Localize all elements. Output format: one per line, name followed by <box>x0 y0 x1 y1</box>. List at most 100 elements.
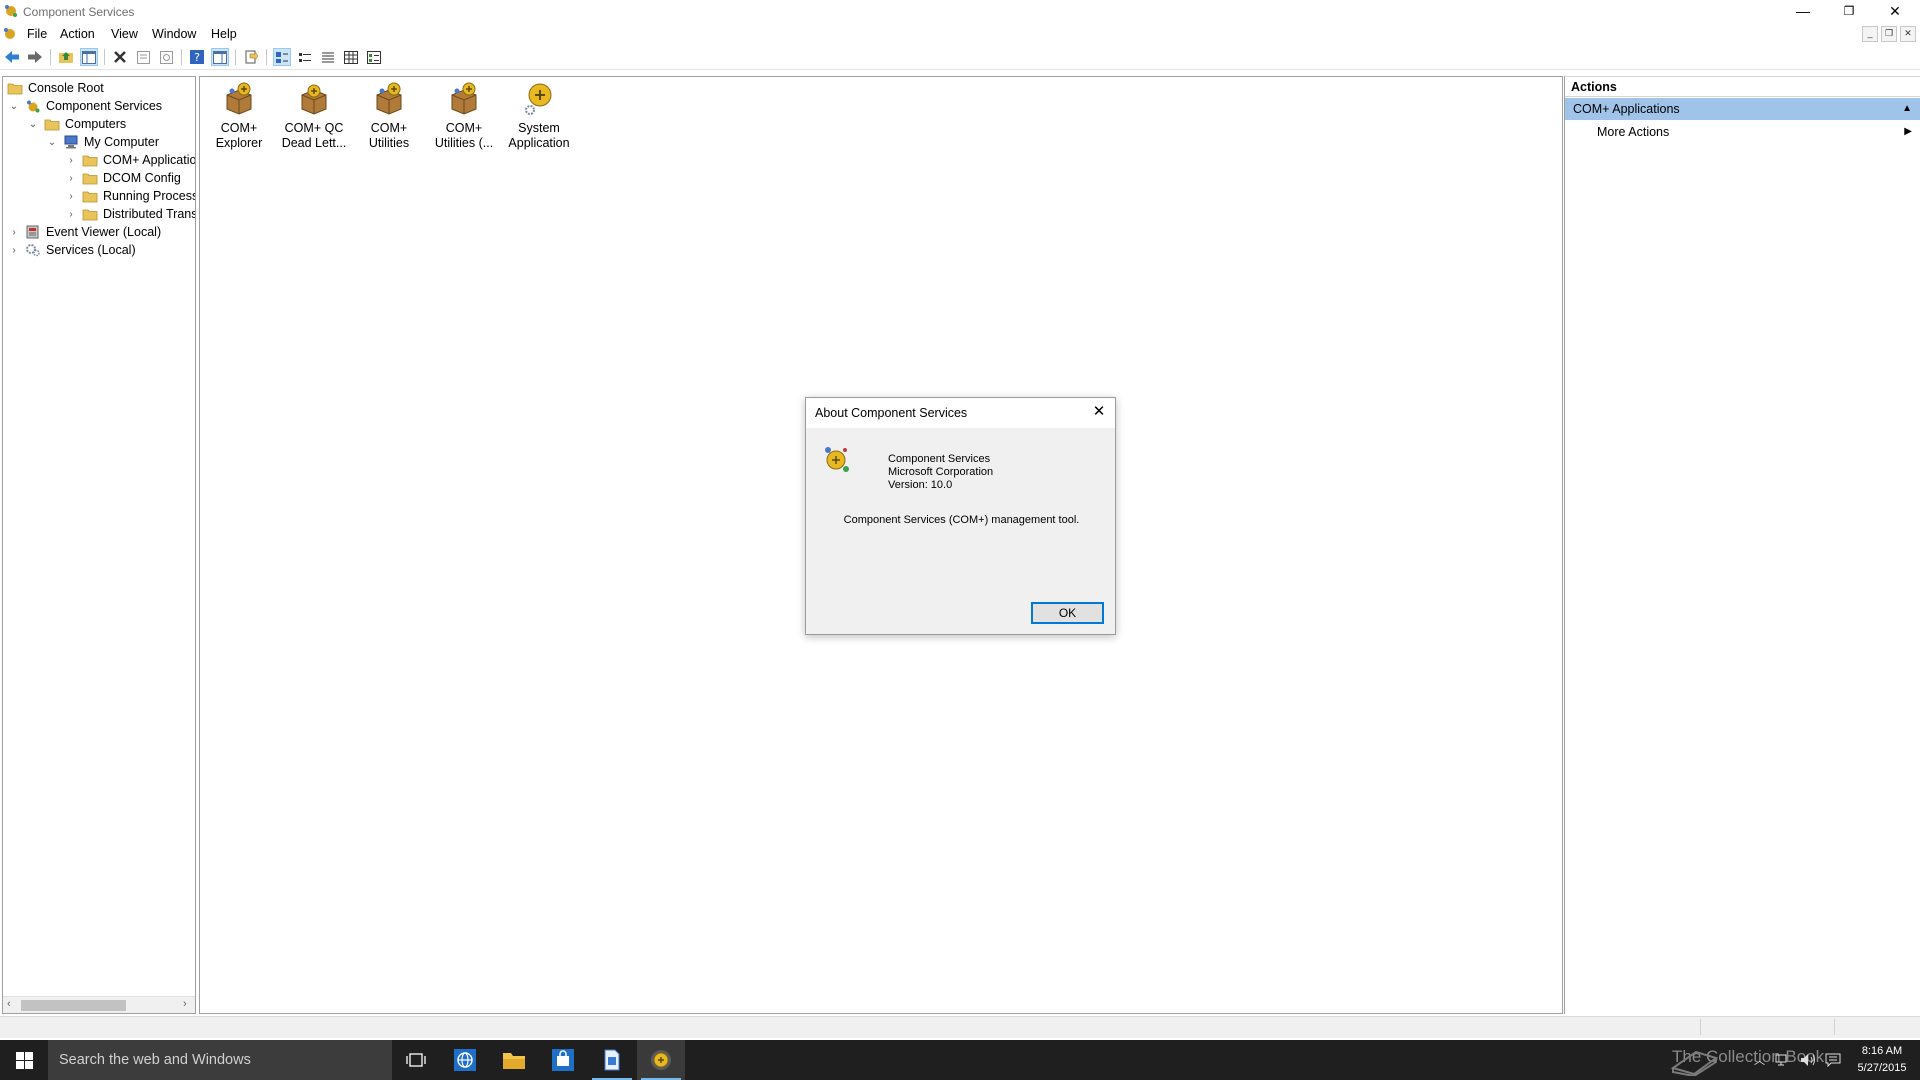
small-icons-view-button[interactable] <box>296 48 314 66</box>
network-icon[interactable] <box>1775 1053 1791 1067</box>
chevron-right-icon[interactable]: › <box>66 209 76 220</box>
scrollbar-thumb[interactable] <box>21 1000 126 1011</box>
task-view-button[interactable] <box>392 1040 440 1080</box>
tree-item-com-applications[interactable]: › COM+ Applicatio <box>66 151 196 169</box>
scroll-left-icon[interactable]: ‹ <box>7 998 11 1010</box>
folder-icon <box>82 155 98 167</box>
collapse-arrow-icon[interactable]: ▲ <box>1902 98 1912 120</box>
close-button[interactable]: ✕ <box>1872 0 1918 22</box>
tree-item-my-computer[interactable]: ⌄ My Computer <box>47 133 159 151</box>
tree-item-distributed-transaction[interactable]: › Distributed Transa <box>66 205 195 223</box>
tree-item-console-root[interactable]: Console Root <box>7 79 104 97</box>
taskbar-document-app[interactable] <box>588 1040 636 1080</box>
detail-view-button[interactable] <box>342 48 360 66</box>
tree-item-label: Console Root <box>28 81 104 95</box>
list-item-com-explorer[interactable]: COM+ Explorer <box>203 81 275 151</box>
menu-action[interactable]: Action <box>60 27 95 41</box>
tree-item-label: Event Viewer (Local) <box>46 225 162 239</box>
list-item-system-application[interactable]: System Application <box>503 81 575 151</box>
book-watermark-icon <box>1670 1050 1719 1076</box>
actions-section-com-applications[interactable]: COM+ Applications ▲ <box>1565 98 1920 120</box>
menu-window[interactable]: Window <box>152 27 196 41</box>
dialog-title-bar: About Component Services ✕ <box>806 398 1115 428</box>
list-item-label: Application <box>508 136 570 150</box>
list-item-label: Utilities <box>368 136 410 150</box>
tree-item-event-viewer[interactable]: › Event Viewer (Local) <box>9 223 161 241</box>
large-icons-view-button[interactable] <box>273 48 291 66</box>
back-button[interactable] <box>3 48 21 66</box>
show-hidden-icons-icon[interactable]: ︿ <box>1754 1052 1765 1068</box>
menu-help[interactable]: Help <box>211 27 237 41</box>
list-view-button[interactable] <box>319 48 337 66</box>
child-restore-button[interactable]: ❐ <box>1881 26 1897 42</box>
properties-button[interactable] <box>134 48 152 66</box>
menu-file[interactable]: File <box>27 27 47 41</box>
chevron-right-icon[interactable]: › <box>9 227 19 238</box>
chevron-right-icon[interactable]: › <box>66 173 76 184</box>
title-bar: Component Services — ❐ ✕ <box>0 0 1920 24</box>
component-services-icon <box>27 100 40 113</box>
dialog-close-button[interactable]: ✕ <box>1089 402 1109 422</box>
small-icons-icon <box>299 52 311 62</box>
taskbar-search-box[interactable]: Search the web and Windows <box>48 1040 392 1080</box>
chevron-down-icon[interactable]: ⌄ <box>28 119 38 130</box>
refresh-button[interactable] <box>157 48 175 66</box>
tree-item-computers[interactable]: ⌄ Computers <box>28 115 126 133</box>
menu-view[interactable]: View <box>111 27 138 41</box>
volume-icon[interactable] <box>1800 1053 1816 1067</box>
child-close-button[interactable]: ✕ <box>1900 26 1916 42</box>
taskbar: Search the web and Windows The Collectio… <box>0 1040 1920 1080</box>
clock-time: 8:16 AM <box>1861 1045 1903 1057</box>
tree-item-component-services[interactable]: ⌄ Component Services <box>9 97 162 115</box>
export-list-button[interactable] <box>242 48 260 66</box>
taskbar-file-explorer[interactable] <box>490 1040 538 1080</box>
help-button[interactable]: ? <box>188 48 206 66</box>
tree-item-label: Services (Local) <box>46 243 136 257</box>
list-item-label: COM+ <box>220 121 258 135</box>
store-bag-icon <box>552 1049 574 1071</box>
taskbar-internet-explorer[interactable] <box>441 1040 489 1080</box>
dialog-version: Version: 10.0 <box>888 479 953 491</box>
toolbar: ? <box>0 44 1920 70</box>
com-package-icon <box>226 82 252 115</box>
tree-horizontal-scrollbar[interactable]: ‹ › <box>3 996 195 1013</box>
forward-button[interactable] <box>26 48 44 66</box>
chevron-right-icon[interactable]: › <box>9 245 19 256</box>
up-one-level-button[interactable] <box>57 48 75 66</box>
tree-item-label: DCOM Config <box>103 171 181 185</box>
child-minimize-button[interactable]: _ <box>1862 26 1878 42</box>
list-item-label: System <box>518 121 560 135</box>
start-button[interactable] <box>0 1040 48 1080</box>
list-item-com-qc-dead-letter[interactable]: COM+ QC Dead Lett... <box>278 81 350 151</box>
chevron-down-icon[interactable]: ⌄ <box>9 101 19 112</box>
taskbar-component-services[interactable] <box>637 1040 685 1080</box>
console-icon[interactable] <box>3 27 17 41</box>
tree-item-label: My Computer <box>84 135 160 149</box>
back-arrow-icon <box>5 51 19 63</box>
tree-item-running-processes[interactable]: › Running Processe <box>66 187 195 205</box>
tree-item-label: COM+ Applicatio <box>103 153 196 167</box>
tree-item-services[interactable]: › Services (Local) <box>9 241 136 259</box>
action-pane-icon <box>213 50 227 64</box>
chevron-right-icon[interactable]: › <box>66 155 76 166</box>
scroll-right-icon[interactable]: › <box>183 998 187 1010</box>
taskbar-clock[interactable]: 8:16 AM 5/27/2015 <box>1852 1043 1912 1077</box>
show-hide-tree-button[interactable] <box>80 48 98 66</box>
tree-item-dcom-config[interactable]: › DCOM Config <box>66 169 181 187</box>
chevron-down-icon[interactable]: ⌄ <box>47 137 57 148</box>
delete-button[interactable] <box>111 48 129 66</box>
ok-button[interactable]: OK <box>1031 602 1104 624</box>
console-tree[interactable]: Console Root ⌄ Component Services ⌄ Comp… <box>2 76 196 1014</box>
list-item-com-utilities[interactable]: COM+ Utilities <box>353 81 425 151</box>
folder-icon <box>44 119 60 131</box>
taskbar-store[interactable] <box>539 1040 587 1080</box>
status-view-button[interactable] <box>365 48 383 66</box>
list-item-com-utilities-32[interactable]: COM+ Utilities (... <box>428 81 500 151</box>
more-actions-item[interactable]: More Actions ▶ <box>1565 120 1920 144</box>
show-hide-action-pane-button[interactable] <box>211 48 229 66</box>
chevron-right-icon[interactable]: › <box>66 191 76 202</box>
notifications-icon[interactable] <box>1825 1053 1841 1067</box>
minimize-button[interactable]: — <box>1780 0 1826 22</box>
more-actions-label: More Actions <box>1597 125 1670 139</box>
restore-button[interactable]: ❐ <box>1826 0 1872 22</box>
